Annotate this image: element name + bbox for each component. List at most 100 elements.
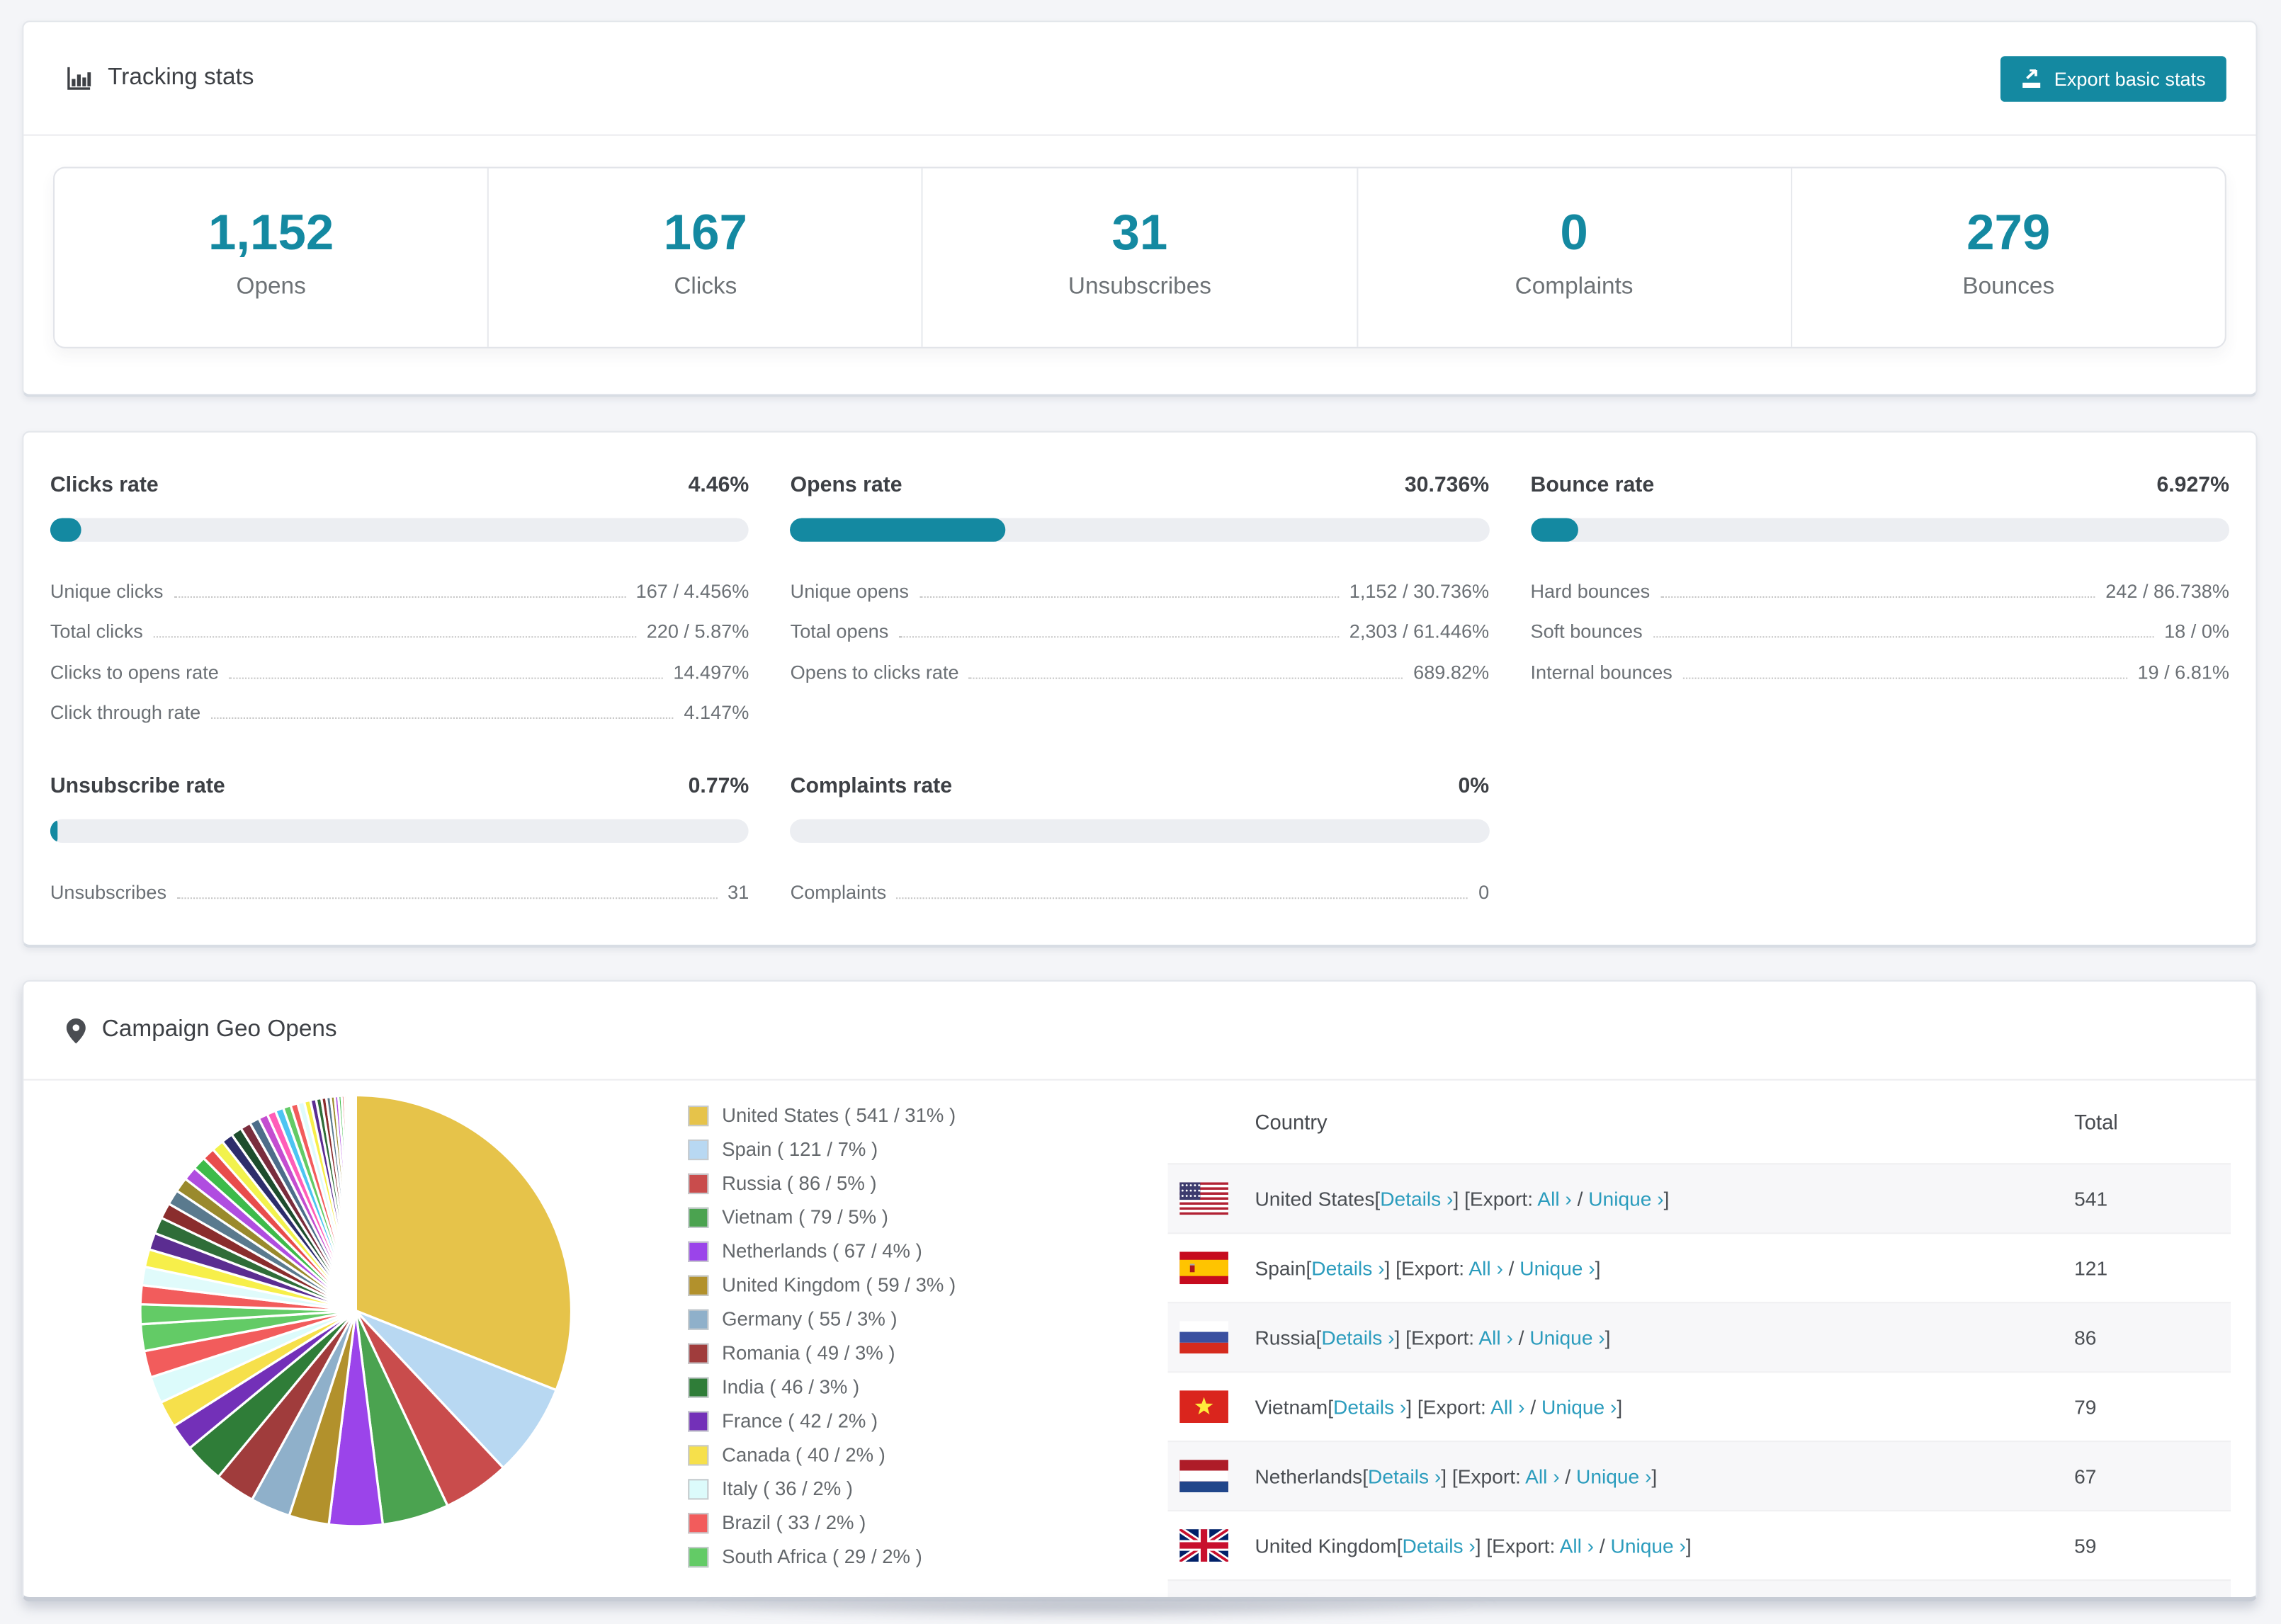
- country-name: Russia: [1255, 1327, 1315, 1348]
- stat-value: 1,152: [208, 205, 334, 263]
- rate-block-complaints-rate: Complaints rate0% Complaints0: [791, 775, 1489, 904]
- stat-value: 0: [1560, 205, 1587, 263]
- export-unique-link[interactable]: Unique ›: [1588, 1188, 1663, 1210]
- rate-progressbar: [50, 819, 749, 843]
- metric-row: Unique clicks167 / 4.456%: [50, 562, 749, 603]
- metric-label: Unsubscribes: [50, 880, 166, 904]
- legend-label: India ( 46 / 3% ): [722, 1375, 859, 1397]
- rate-block-bounce-rate: Bounce rate6.927% Hard bounces242 / 86.73…: [1530, 474, 2229, 725]
- total-value: 79: [2074, 1396, 2231, 1418]
- rate-value: 6.927%: [2156, 474, 2229, 497]
- rate-block-opens-rate: Opens rate30.736%Unique opens1,152 / 30.…: [791, 474, 1489, 725]
- legend-label: South Africa ( 29 / 2% ): [722, 1545, 922, 1567]
- details-link[interactable]: Details ›: [1311, 1257, 1384, 1279]
- rate-header: Complaints rate0%: [791, 775, 1489, 798]
- metric-value: 2,303 / 61.446%: [1349, 620, 1489, 643]
- details-link[interactable]: Details ›: [1321, 1327, 1394, 1348]
- legend-item: United Kingdom ( 59 / 3% ): [688, 1274, 1167, 1296]
- metric-label: Click through rate: [50, 701, 200, 725]
- legend-label: United States ( 541 / 31% ): [722, 1104, 956, 1126]
- dotted-leader: [919, 596, 1339, 597]
- total-value: 86: [2074, 1327, 2231, 1348]
- export-basic-stats-button[interactable]: Export basic stats: [2001, 55, 2226, 101]
- legend-item: Netherlands ( 67 / 4% ): [688, 1240, 1167, 1262]
- campaign-geo-opens-card: Campaign Geo Opens United States ( 541 /…: [22, 980, 2257, 1601]
- legend-item: India ( 46 / 3% ): [688, 1375, 1167, 1397]
- rate-progressbar: [1530, 518, 2229, 542]
- export-all-link[interactable]: All ›: [1478, 1327, 1512, 1348]
- rate-title: Opens rate: [791, 474, 902, 497]
- table-row: Germany[Details ›] [Export: All › / Uniq…: [1168, 1579, 2231, 1601]
- header-divider: [23, 135, 2255, 136]
- flag-nl-icon: [1179, 1460, 1228, 1492]
- legend-item: South Africa ( 29 / 2% ): [688, 1545, 1167, 1567]
- export-unique-link[interactable]: Unique ›: [1541, 1396, 1617, 1418]
- export-unique-link[interactable]: Unique ›: [1576, 1465, 1651, 1487]
- flag-gb-icon: [1179, 1529, 1228, 1562]
- country-cell: Vietnam[Details ›] [Export: All › / Uniq…: [1255, 1396, 2074, 1418]
- metric-label: Soft bounces: [1530, 620, 1642, 643]
- dotted-leader: [153, 636, 636, 637]
- export-all-link[interactable]: All ›: [1468, 1257, 1502, 1279]
- table-row: United Kingdom[Details ›] [Export: All ›…: [1168, 1510, 2231, 1579]
- legend-item: Vietnam ( 79 / 5% ): [688, 1206, 1167, 1228]
- table-header-row: CountryTotal: [1168, 1081, 2231, 1164]
- details-link[interactable]: Details ›: [1333, 1396, 1406, 1418]
- geo-body: United States ( 541 / 31% ) Spain ( 121 /…: [23, 1081, 2255, 1602]
- rate-metrics: Complaints0: [791, 863, 1489, 904]
- metric-row: Opens to clicks rate689.82%: [791, 644, 1489, 684]
- table-row: Vietnam[Details ›] [Export: All › / Uniq…: [1168, 1371, 2231, 1441]
- table-row: Russia[Details ›] [Export: All › / Uniqu…: [1168, 1302, 2231, 1371]
- flag-es-icon: [1179, 1251, 1228, 1284]
- rate-progress-fill: [791, 518, 1005, 542]
- details-link[interactable]: Details ›: [1403, 1534, 1476, 1556]
- dotted-leader: [1660, 596, 2095, 597]
- rate-metrics: Hard bounces242 / 86.738%Soft bounces18 …: [1530, 562, 2229, 684]
- page-title: Tracking stats: [108, 65, 254, 92]
- legend-swatch: [688, 1275, 708, 1295]
- details-link[interactable]: Details ›: [1380, 1188, 1453, 1210]
- dotted-leader: [177, 897, 718, 898]
- export-all-link[interactable]: All ›: [1490, 1396, 1524, 1418]
- summary-stat-box: 31Unsubscribes: [922, 169, 1356, 347]
- country-cell: Netherlands[Details ›] [Export: All › / …: [1255, 1465, 2074, 1487]
- country-cell: United States[Details ›] [Export: All › …: [1255, 1188, 2074, 1210]
- rate-header: Unsubscribe rate0.77%: [50, 775, 749, 798]
- column-header-total: Total: [2074, 1110, 2231, 1133]
- metric-value: 4.147%: [684, 701, 749, 725]
- metric-label: Unique clicks: [50, 579, 164, 603]
- flag-ru-icon: [1179, 1321, 1228, 1353]
- legend-label: France ( 42 / 2% ): [722, 1409, 878, 1431]
- export-all-link[interactable]: All ›: [1537, 1188, 1571, 1210]
- country-name: United Kingdom: [1255, 1534, 1396, 1556]
- dashboard-page: Tracking stats Export basic stats 1,152O…: [0, 0, 2281, 1624]
- summary-stat-box: 0Complaints: [1356, 169, 1790, 347]
- details-link[interactable]: Details ›: [1368, 1465, 1441, 1487]
- metric-label: Opens to clicks rate: [791, 661, 959, 684]
- rate-header: Bounce rate6.927%: [1530, 474, 2229, 497]
- legend-swatch: [688, 1376, 708, 1397]
- summary-stat-box: 1,152Opens: [55, 169, 487, 347]
- rates-card: Clicks rate4.46%Unique clicks167 / 4.456…: [22, 431, 2257, 948]
- legend-label: Germany ( 55 / 3% ): [722, 1308, 897, 1330]
- legend-label: Brazil ( 33 / 2% ): [722, 1511, 866, 1533]
- metric-row: Unique opens1,152 / 30.736%: [791, 562, 1489, 603]
- tracking-stats-card: Tracking stats Export basic stats 1,152O…: [22, 21, 2257, 397]
- metric-row: Unsubscribes31: [50, 863, 749, 904]
- stat-label: Bounces: [1962, 275, 2054, 302]
- metric-row: Soft bounces18 / 0%: [1530, 603, 2229, 643]
- rate-progressbar: [791, 819, 1489, 843]
- metric-row: Click through rate 4.147%: [50, 684, 749, 725]
- rate-progress-fill: [50, 819, 57, 843]
- export-all-link[interactable]: All ›: [1560, 1534, 1594, 1556]
- export-unique-link[interactable]: Unique ›: [1529, 1327, 1604, 1348]
- flag-vn-icon: [1179, 1390, 1228, 1423]
- export-all-link[interactable]: All ›: [1525, 1465, 1559, 1487]
- export-unique-link[interactable]: Unique ›: [1519, 1257, 1595, 1279]
- total-value: 121: [2074, 1257, 2231, 1279]
- export-unique-link[interactable]: Unique ›: [1611, 1534, 1686, 1556]
- metric-label: Total clicks: [50, 620, 143, 643]
- legend-swatch: [688, 1478, 708, 1499]
- total-value: 541: [2074, 1188, 2231, 1210]
- legend-label: Spain ( 121 / 7% ): [722, 1138, 878, 1160]
